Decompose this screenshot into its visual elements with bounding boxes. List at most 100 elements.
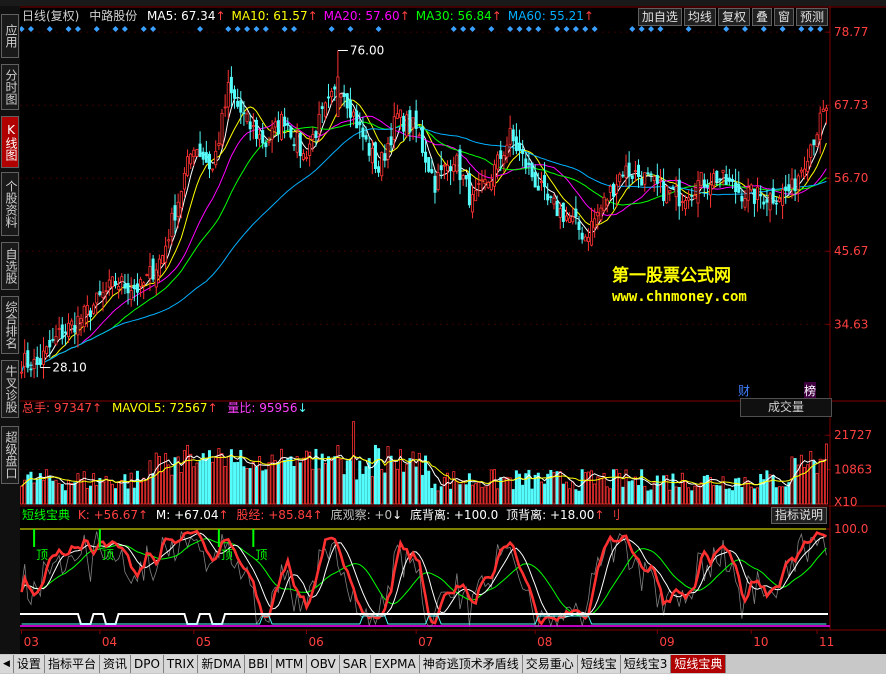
candle-body [239,100,243,113]
sidebar-tab-7[interactable]: 超级盘口 [1,426,19,484]
sidebar-tab-3[interactable]: 个股资料 [1,172,19,236]
volume-bar [135,470,139,505]
toolbar-button-1[interactable]: 均线 [683,8,716,26]
candle-body [23,352,27,367]
volume-bar [236,461,240,505]
volume-bar [824,443,828,505]
volume-bar [774,487,778,505]
candle-body [201,151,205,160]
candle-body [170,212,174,237]
up-arrow-icon: ↑ [307,9,318,23]
candle-body [765,199,769,203]
chart-background [20,6,886,654]
volume-bar [292,466,296,505]
volume-bar [380,468,384,505]
indicator-tab[interactable]: 交易重心 [522,655,578,673]
candle-body [276,120,280,135]
sidebar-tab-1[interactable]: 分时图 [1,64,19,110]
indicator-tab[interactable]: MTM [272,655,308,673]
indicator-tab[interactable]: 短线宝 [577,655,621,673]
indicator-tab[interactable]: 资讯 [99,655,131,673]
indicator-tab[interactable]: EXPMA [371,655,420,673]
volume-bar [571,481,575,505]
tab-scroll-left-icon[interactable]: ◀ [0,655,14,673]
volume-bar [151,473,155,505]
candle-body [63,331,67,334]
volume-bar [157,455,161,505]
candle-body [715,170,719,183]
candle-body [574,208,578,217]
volume-bar [781,486,785,505]
volume-bar [543,483,547,505]
indicator-tab[interactable]: 神奇逃顶术矛盾线 [419,655,523,673]
volume-bar [439,486,443,505]
volume-bar [295,456,299,505]
toolbar-button-2[interactable]: 复权 [717,8,750,26]
toolbar-button-4[interactable]: 窗 [773,8,794,26]
volume-bar [160,471,164,505]
candle-body [126,282,130,294]
kline-chart[interactable]: 34.63 45.67 56.70 67.73 78.77 76.00 28.10 10863… [18,6,886,654]
candle-body [380,152,384,177]
candle-body [762,201,766,205]
candle-body [342,93,346,98]
price-tick-label: 45.67 [834,244,868,258]
indicator-tab[interactable]: OBV [307,655,340,673]
up-arrow-icon: ↑ [137,508,149,522]
finance-tag[interactable]: 财 [738,382,751,399]
volume-bar [677,486,681,505]
candle-body [298,132,302,157]
indicator-tab[interactable]: 短线宝3 [620,655,672,673]
volume-ratio: 量比: 95956 [227,401,298,415]
volume-bar [104,475,108,505]
indicator-tab[interactable]: 指标平台 [44,655,100,673]
volume-bar [580,469,584,505]
candle-body [405,114,409,137]
rank-tag[interactable]: 榜 [804,382,817,399]
toolbar-button-5[interactable]: 预测 [795,8,828,26]
candle-body [627,162,631,177]
volume-bar [51,480,55,505]
indicator-tab[interactable]: 设置 [13,655,45,673]
toolbar-button-0[interactable]: 加自选 [637,8,682,26]
candle-body [433,175,437,193]
indicator-tab[interactable]: SAR [339,655,372,673]
volume-title-button[interactable]: 成交量 [740,398,832,417]
indicator-tab[interactable]: 短线宝典 [671,655,727,673]
candle-body [427,157,431,172]
indicator-tab[interactable]: 新DMA [198,655,246,673]
indicator-bottom-div: 底背离: +100.0 [410,508,499,522]
chart-toolbar: 加自选 均线 复权叠窗预测 [637,8,828,26]
volume-bar [746,481,750,505]
sidebar-tab-4[interactable]: 自选股 [1,242,19,290]
sidebar-tab-0[interactable]: 应用 [1,14,19,58]
ma-label: MA10: 61.57 [231,9,308,23]
candle-body [596,212,600,217]
indicator-m: M: +67.04 [155,508,219,522]
indicator-tab[interactable]: BBI [245,655,273,673]
candle-body [499,150,503,159]
volume-bar [82,471,86,505]
candle-body [806,160,810,172]
sidebar-tab-5[interactable]: 综合排名 [1,296,19,354]
candle-body [35,356,39,365]
candle-body [558,208,562,218]
sidebar-tab-2[interactable]: K线图 [1,116,19,168]
volume-bar [530,488,534,505]
indicator-tab[interactable]: TRIX [163,655,199,673]
volume-bar [142,477,146,505]
candle-body [449,166,453,172]
volume-bar [662,475,666,505]
volume-bar [568,488,572,505]
indicator-tab[interactable]: DPO [130,655,164,673]
candle-body [577,221,581,230]
volume-bar [345,460,349,505]
up-arrow-icon: ↑ [491,9,502,23]
candle-body [471,194,475,213]
indicator-help-button[interactable]: 指标说明 [771,507,828,524]
volume-bar [95,485,99,505]
volume-bar [48,476,52,505]
toolbar-button-3[interactable]: 叠 [751,8,772,26]
volume-bar [514,470,518,505]
sidebar-tab-6[interactable]: 牛叉诊股 [1,360,19,418]
